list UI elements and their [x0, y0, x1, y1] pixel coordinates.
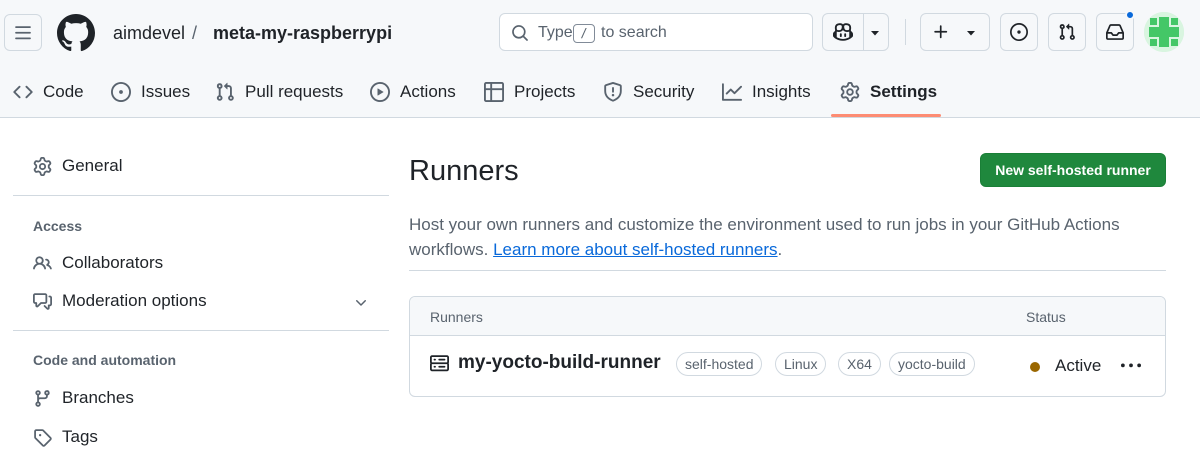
- page-title: Runners: [409, 155, 519, 187]
- tab-label: Security: [633, 82, 695, 101]
- tab-label: Issues: [141, 82, 191, 101]
- sidebar-heading-code-automation: Code and automation: [33, 352, 177, 368]
- button-divider: [863, 14, 864, 50]
- avatar[interactable]: [1144, 12, 1184, 52]
- search-placeholder-prefix: Type: [538, 24, 573, 41]
- sidebar-item-moderation-options[interactable]: Moderation options: [33, 291, 207, 311]
- play-icon: [370, 82, 390, 102]
- tab-projects[interactable]: Projects: [484, 70, 575, 114]
- runner-label: X64: [838, 352, 881, 376]
- sidebar-heading-access: Access: [33, 218, 83, 234]
- hamburger-icon: [15, 25, 31, 39]
- tab-code[interactable]: Code: [13, 70, 84, 114]
- tab-pull-requests[interactable]: Pull requests: [215, 70, 343, 114]
- sidebar-item-label: Branches: [62, 388, 134, 407]
- git-pull-request-icon: [1059, 23, 1075, 40]
- tab-issues[interactable]: Issues: [111, 70, 190, 114]
- git-pull-request-icon: [216, 82, 234, 101]
- runner-more-options-button[interactable]: [1116, 352, 1146, 380]
- sidebar-item-tags[interactable]: Tags: [33, 427, 98, 447]
- issue-opened-icon: [1010, 23, 1028, 41]
- sidebar-item-label: Collaborators: [62, 253, 164, 272]
- runner-label: yocto-build: [889, 352, 975, 376]
- gear-icon: [33, 156, 52, 176]
- tab-label: Settings: [870, 82, 938, 101]
- page-description: Host your own runners and customize the …: [409, 212, 1149, 262]
- github-logo-icon[interactable]: [57, 14, 95, 52]
- tab-label: Projects: [514, 82, 576, 101]
- section-divider: [409, 270, 1166, 271]
- sidebar-divider: [13, 330, 389, 331]
- graph-icon: [722, 83, 742, 101]
- status-indicator: [1030, 362, 1040, 372]
- breadcrumb-owner[interactable]: aimdevel: [113, 22, 185, 44]
- sidebar-item-label: General: [62, 156, 123, 175]
- search-placeholder-suffix: to search: [601, 24, 667, 41]
- description-period: .: [777, 240, 783, 259]
- sidebar-item-label: Moderation options: [62, 291, 207, 310]
- your-issues-button[interactable]: [1000, 13, 1038, 51]
- git-branch-icon: [35, 389, 50, 407]
- user-identicon-icon: [1144, 12, 1184, 52]
- copilot-icon: [833, 23, 853, 41]
- sidebar-item-branches[interactable]: Branches: [33, 388, 134, 408]
- issue-opened-icon: [111, 82, 131, 102]
- sidebar-item-general[interactable]: General: [33, 156, 122, 176]
- runner-label: self-hosted: [676, 352, 763, 376]
- app-header: aimdevel / meta-my-raspberrypi Type / to…: [0, 0, 1200, 118]
- table-icon: [484, 82, 504, 102]
- your-pull-requests-button[interactable]: [1048, 13, 1086, 51]
- tab-settings[interactable]: Settings: [840, 70, 937, 114]
- search-icon: [512, 25, 528, 41]
- tab-label: Actions: [400, 82, 456, 101]
- sidebar-divider: [13, 195, 389, 196]
- people-icon: [33, 255, 52, 269]
- sidebar-item-label: Tags: [62, 427, 98, 446]
- search-shortcut-key: /: [573, 24, 595, 43]
- runner-status: Active: [1055, 356, 1102, 375]
- tab-label: Pull requests: [245, 82, 344, 101]
- triangle-down-icon: [967, 31, 975, 36]
- code-icon: [13, 85, 33, 99]
- table-header: Runners Status: [410, 297, 1165, 336]
- tab-insights[interactable]: Insights: [722, 70, 811, 114]
- copilot-button[interactable]: [822, 13, 889, 51]
- server-icon: [430, 355, 449, 372]
- gear-icon: [840, 82, 860, 102]
- new-self-hosted-runner-button[interactable]: New self-hosted runner: [980, 153, 1166, 187]
- plus-icon: [934, 25, 948, 39]
- search-input[interactable]: Type / to search: [499, 13, 813, 51]
- breadcrumb-separator: /: [192, 23, 198, 43]
- breadcrumb-repo[interactable]: meta-my-raspberrypi: [213, 22, 392, 44]
- notification-indicator: [1125, 10, 1135, 20]
- selected-tab-indicator: [831, 114, 941, 117]
- runner-label: Linux: [775, 352, 827, 376]
- kebab-horizontal-icon: [1121, 363, 1141, 368]
- tag-icon: [34, 428, 52, 447]
- tab-label: Code: [43, 82, 84, 101]
- header-divider: [905, 19, 906, 45]
- runner-name-link[interactable]: my-yocto-build-runner: [458, 352, 661, 374]
- triangle-down-icon: [871, 31, 879, 36]
- learn-more-link[interactable]: Learn more about self-hosted runners: [493, 240, 777, 259]
- tab-security[interactable]: Security: [603, 70, 694, 114]
- create-new-button[interactable]: [920, 13, 990, 51]
- column-header-status: Status: [1026, 309, 1066, 325]
- runners-table: Runners Status my-yocto-build-runner sel…: [409, 296, 1166, 397]
- tab-label: Insights: [752, 82, 811, 101]
- inbox-icon: [1106, 24, 1124, 40]
- menu-button[interactable]: [4, 14, 42, 51]
- chevron-down-icon[interactable]: [353, 295, 369, 311]
- shield-icon: [604, 82, 622, 102]
- sidebar-item-collaborators[interactable]: Collaborators: [33, 253, 163, 273]
- column-header-runners: Runners: [430, 309, 483, 325]
- tab-actions[interactable]: Actions: [370, 70, 456, 114]
- comment-discussion-icon: [33, 292, 52, 310]
